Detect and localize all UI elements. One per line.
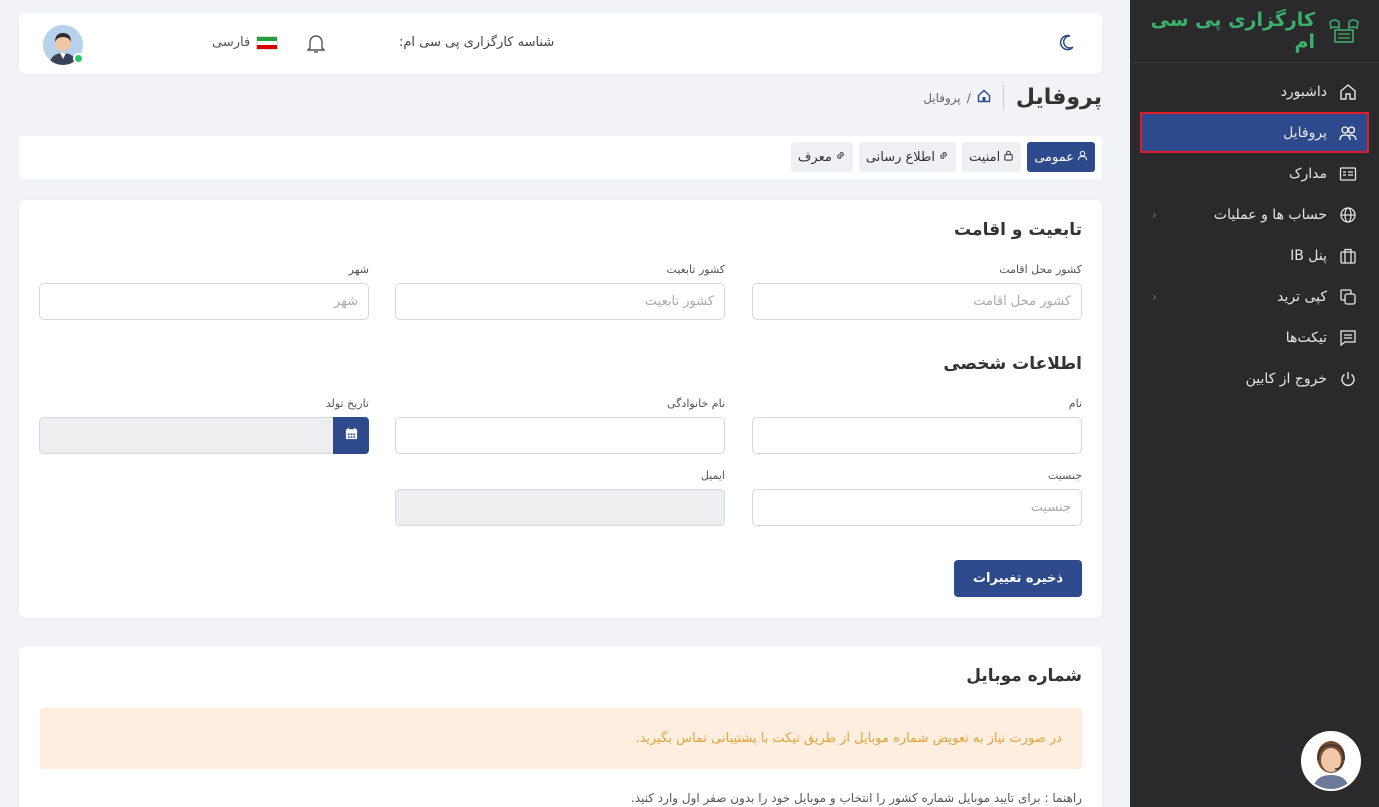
sidebar-item-label: داشبورد [1280,83,1327,100]
top-bar: شناسه کارگزاری پی سی ام: فارسی [19,13,1102,74]
field-label: جنسیت [1047,469,1082,482]
sidebar-item-label: پنل IB [1290,247,1327,264]
city-input[interactable]: شهر [39,283,369,320]
gender-select[interactable]: جنسیت [752,489,1082,526]
sidebar-item-profile[interactable]: پروفایل [1140,112,1369,153]
breadcrumb-separator: / [966,90,971,105]
link-icon [938,150,949,165]
power-icon [1337,368,1359,390]
brand-name: کارگزاری پی سی ام [1150,9,1315,53]
field-label: کشور محل اقامت [999,263,1082,276]
tab-label: عمومی [1034,149,1074,165]
brand-logo-icon [1327,14,1361,48]
email-input [395,489,725,526]
mobile-section-title: شماره موبایل [966,666,1082,686]
user-icon [1077,150,1088,165]
calendar-icon [345,427,358,444]
mobile-card: شماره موبایل در صورت نیاز به تعویض شماره… [19,646,1102,807]
support-agent-avatar[interactable] [1301,731,1361,791]
sidebar-item-copy-trade[interactable]: کپی ترید ‹ [1130,276,1379,317]
iran-flag-icon [256,35,279,50]
sidebar-item-logout[interactable]: خروج از کابین [1130,358,1379,399]
personal-section-title: اطلاعات شخصی [943,354,1082,374]
moon-icon[interactable] [1056,33,1076,57]
field-label: شهر [348,263,369,276]
tab-general[interactable]: عمومی [1027,142,1095,172]
email-field: ایمیل [395,469,725,526]
briefcase-icon [1337,245,1359,267]
language-switcher[interactable]: فارسی [212,35,279,50]
sidebar-nav: داشبورد پروفایل مدارک حساب ها و عملیات ‹ [1130,63,1379,399]
field-label: نام خانوادگی [667,397,725,410]
id-card-icon [1337,163,1359,185]
page-title: پروفایل [1002,85,1102,110]
sidebar-item-label: مدارک [1288,165,1327,182]
link-icon [835,150,846,165]
tab-label: امنیت [969,149,1001,165]
country-citizenship-field: کشور تابعیت کشور تابعیت [395,263,725,320]
residence-section-title: تابعیت و اقامت [954,220,1082,240]
home-icon [1337,81,1359,103]
chevron-left-icon: ‹ [1152,289,1157,304]
country-citizenship-select[interactable]: کشور تابعیت [395,283,725,320]
sidebar: کارگزاری پی سی ام داشبورد پروفایل مدارک … [1130,0,1379,807]
message-icon [1337,327,1359,349]
last-name-field: نام خانوادگی [395,397,725,454]
first-name-field: نام [752,397,1082,454]
sidebar-item-label: تیکت‌ها [1285,329,1327,346]
tab-security[interactable]: امنیت [962,142,1022,172]
breadcrumb-current: پروفایل [923,90,961,105]
globe-icon [1337,204,1359,226]
brand[interactable]: کارگزاری پی سی ام [1130,0,1379,63]
language-label: فارسی [212,35,251,50]
sidebar-item-label: خروج از کابین [1245,370,1327,387]
sidebar-item-dashboard[interactable]: داشبورد [1130,71,1379,112]
sidebar-item-documents[interactable]: مدارک [1130,153,1379,194]
city-field: شهر شهر [39,263,369,320]
mobile-change-alert: در صورت نیاز به تعویض شماره موبایل از طر… [40,708,1082,769]
field-label: تاریخ تولد [325,397,369,410]
field-label: نام [1068,397,1082,410]
field-label: ایمیل [700,469,725,482]
last-name-input[interactable] [395,417,725,454]
tab-notifications[interactable]: اطلاع رسانی [858,142,957,172]
birth-date-picker [39,417,369,454]
lock-icon [1003,150,1014,165]
gender-field: جنسیت جنسیت [752,469,1082,526]
online-status-dot [73,53,84,64]
users-icon [1337,122,1359,144]
sidebar-item-label: کپی ترید [1277,288,1327,305]
first-name-input[interactable] [752,417,1082,454]
sidebar-item-accounts[interactable]: حساب ها و عملیات ‹ [1130,194,1379,235]
mobile-hint-text: راهنما : برای تایید موبایل شماره کشور را… [630,791,1082,805]
sidebar-item-ib-panel[interactable]: پنل IB [1130,235,1379,276]
sidebar-item-label: حساب ها و عملیات [1213,206,1327,223]
tab-referrer[interactable]: معرف [790,142,853,172]
tab-label: اطلاع رسانی [865,149,936,165]
country-residence-field: کشور محل اقامت کشور محل اقامت [752,263,1082,320]
save-changes-button[interactable]: ذخیره تغییرات [954,560,1082,597]
copy-icon [1337,286,1359,308]
birth-date-field: تاریخ تولد [39,397,369,454]
breadcrumb: / پروفایل [923,89,991,106]
home-icon[interactable] [977,89,991,106]
birth-date-input[interactable] [39,417,333,454]
calendar-button[interactable] [333,417,369,454]
sidebar-item-label: پروفایل [1283,124,1327,141]
agent-id-label: شناسه کارگزاری پی سی ام: [399,35,555,50]
tab-label: معرف [797,149,832,165]
profile-form-card: تابعیت و اقامت کشور محل اقامت کشور محل ا… [19,200,1102,618]
chevron-left-icon: ‹ [1152,207,1157,222]
page-header: پروفایل / پروفایل [923,85,1102,110]
country-residence-select[interactable]: کشور محل اقامت [752,283,1082,320]
sidebar-item-tickets[interactable]: تیکت‌ها [1130,317,1379,358]
bell-icon[interactable] [304,31,328,59]
field-label: کشور تابعیت [666,263,725,276]
profile-tabs: عمومی امنیت اطلاع رسانی معرف [19,136,1102,179]
